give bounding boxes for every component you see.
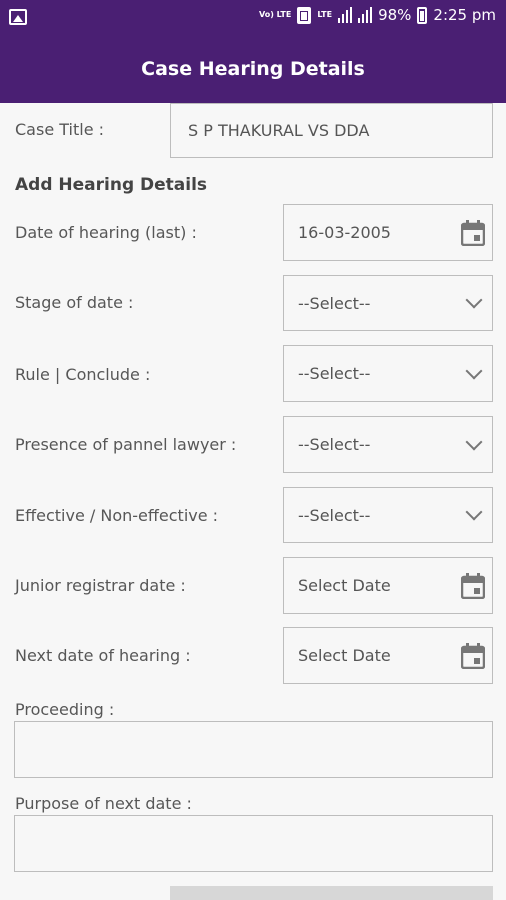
proceeding-input[interactable] [14, 721, 493, 778]
purpose-input[interactable] [14, 815, 493, 872]
volte-indicator: Vo) LTE [258, 10, 292, 19]
chevron-down-icon [465, 362, 483, 379]
app-bar: Case Hearing Details [0, 36, 506, 103]
purpose-label: Purpose of next date : [15, 794, 192, 813]
effective-label: Effective / Non-effective : [15, 506, 219, 525]
case-title-label: Case Title : [15, 120, 105, 139]
stage-label: Stage of date : [15, 293, 134, 312]
case-title-value: S P THAKURAL VS DDA [188, 121, 370, 140]
effective-value: --Select-- [298, 505, 371, 525]
clock: 2:25 pm [433, 6, 496, 24]
next-label: Next date of hearing : [15, 646, 191, 665]
rule-label: Rule | Conclude : [15, 365, 151, 384]
presence-label: Presence of pannel lawyer : [15, 435, 237, 454]
section-title: Add Hearing Details [15, 175, 208, 195]
case-title-field[interactable]: S P THAKURAL VS DDA [170, 103, 493, 158]
date-last-picker[interactable]: 16-03-2005 [283, 204, 493, 261]
lte-indicator: LTE [317, 10, 333, 19]
calendar-icon[interactable] [461, 642, 485, 669]
battery-icon [417, 6, 428, 24]
sim-icon [297, 6, 312, 24]
chevron-down-icon [465, 503, 483, 521]
presence-value: --Select-- [298, 435, 371, 454]
submit-button[interactable] [170, 886, 493, 900]
signal-icon-2 [358, 7, 373, 23]
status-indicators: Vo) LTE LTE 98% 2:25 pm [259, 6, 496, 24]
date-last-label: Date of hearing (last) : [15, 223, 197, 242]
presence-select[interactable]: --Select-- [283, 416, 493, 473]
next-value: Select Date [298, 646, 391, 665]
proceeding-label: Proceeding : [15, 700, 115, 719]
rule-value: --Select-- [298, 364, 371, 383]
chevron-down-icon [465, 291, 483, 309]
junior-value: Select Date [298, 576, 391, 595]
junior-date-picker[interactable]: Select Date [283, 557, 493, 614]
date-last-value: 16-03-2005 [298, 223, 391, 242]
chevron-down-icon [465, 433, 483, 450]
battery-percent: 98% [378, 6, 412, 24]
junior-label: Junior registrar date : [15, 576, 186, 595]
effective-select[interactable]: --Select-- [283, 487, 493, 543]
signal-icon [338, 7, 353, 23]
next-date-picker[interactable]: Select Date [283, 627, 493, 684]
calendar-icon[interactable] [461, 572, 485, 599]
stage-select[interactable]: --Select-- [283, 275, 493, 331]
calendar-icon[interactable] [461, 219, 485, 246]
status-bar: Vo) LTE LTE 98% 2:25 pm [0, 0, 506, 36]
gallery-icon [9, 9, 27, 25]
page-title: Case Hearing Details [141, 58, 365, 80]
stage-value: --Select-- [298, 293, 371, 313]
rule-select[interactable]: --Select-- [283, 345, 493, 402]
